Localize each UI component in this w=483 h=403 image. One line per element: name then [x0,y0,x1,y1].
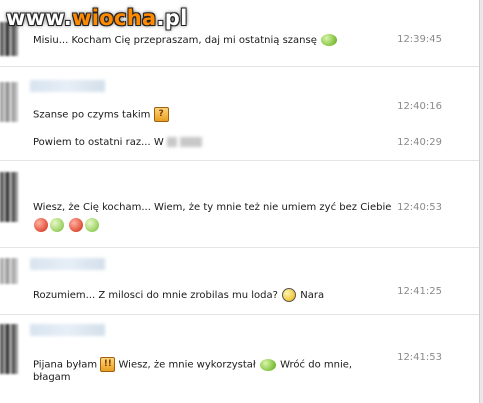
exclaim-box-icon: !! [100,357,116,372]
censored-area [166,137,177,147]
green-blob-icon [85,218,100,232]
site-watermark: www.wiocha.pl [6,6,188,30]
message-text: błagam [33,372,71,383]
chat-history-window: www.wiocha.pl Misiu... Kocham Cię przepr… [0,0,483,403]
timestamp: 12:40:29 [397,137,442,148]
timestamp: 12:40:16 [397,101,442,112]
avatar [0,82,18,122]
red-face-icon [69,218,84,232]
timestamp: 12:40:53 [397,202,442,213]
sender-name [30,80,105,92]
message-text: Wiesz, że Cię kocham... Wiem, że ty mnie… [33,202,392,213]
smile-icon [282,288,297,302]
avatar [0,324,18,374]
timestamp: 12:41:25 [397,286,442,297]
green-frog-icon [321,34,338,46]
timestamp: 12:39:45 [397,34,442,45]
separator [0,66,480,67]
message-text: Misiu... Kocham Cię przepraszam, daj mi … [33,34,338,46]
separator [0,314,480,315]
green-frog-icon [259,358,276,371]
sender-name [30,258,105,270]
censored-area [180,137,203,147]
sender-name [30,324,105,336]
question-box-icon: ? [153,107,169,122]
message-text: Szanse po czyms takim ? [33,107,169,122]
window-border [479,0,483,403]
separator [0,247,480,248]
avatar [0,172,18,222]
green-blob-icon [50,218,64,232]
message-text: Rozumiem... Z milosci do mnie zrobilas m… [33,288,325,302]
avatar [0,258,18,284]
emoticon-row [33,218,100,232]
message-text: Powiem to ostatni raz... W [33,137,203,148]
message-text: Pijana byłam !! Wiesz, że mnie wykorzyst… [33,357,353,372]
red-face-icon [34,218,48,232]
separator [0,160,480,161]
timestamp: 12:41:53 [397,352,442,363]
